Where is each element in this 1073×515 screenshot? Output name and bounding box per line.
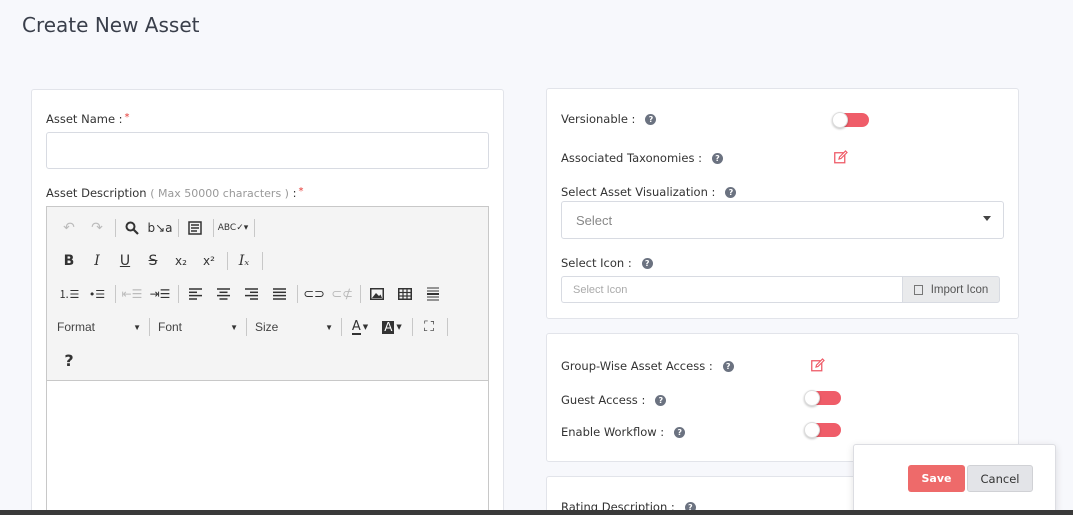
visualization-select[interactable]: Select [561,201,1004,239]
text-color-icon[interactable]: A ▼ [346,316,374,338]
edit-group-access-icon[interactable] [811,358,825,372]
action-panel: Save Cancel [853,444,1056,515]
redo-icon[interactable]: ↷ [85,217,109,239]
asset-description-hint: ( Max 50000 characters ) [150,187,289,200]
asset-description-label: Asset Description ( Max 50000 characters… [46,186,304,200]
select-visualization-label: Select Asset Visualization :? [561,185,737,199]
asset-name-label: Asset Name : * [46,112,130,126]
find-icon[interactable] [120,217,144,239]
bold-icon[interactable]: B [57,250,81,272]
subscript-icon[interactable]: x₂ [169,250,193,272]
indent-icon[interactable]: ⇥☰ [148,283,172,305]
horizontal-line-icon[interactable] [421,283,445,305]
question-icon[interactable]: ? [725,187,737,198]
question-icon[interactable]: ? [711,153,723,164]
bulleted-list-icon[interactable]: •☰ [85,283,109,305]
chevron-down-icon: ▼ [325,322,333,332]
question-icon[interactable]: ? [722,361,734,372]
align-justify-icon[interactable] [267,283,291,305]
enable-workflow-toggle[interactable] [804,422,841,438]
image-file-icon [913,284,923,295]
select-icon-input[interactable]: Select Icon [561,276,903,303]
required-mark: * [124,112,130,123]
maximize-icon[interactable]: ⛶ [417,316,441,338]
chevron-down-icon: ▼ [230,322,238,332]
question-icon[interactable]: ? [655,395,667,406]
help-button[interactable]: ? [57,349,81,371]
caret-down-icon [983,216,991,221]
underline-icon[interactable]: U [113,250,137,272]
spellcheck-icon[interactable]: ABC✓▾ [218,217,249,239]
link-icon[interactable]: ⊂⊃ [302,283,326,305]
font-dropdown[interactable]: Font ▼ [158,316,240,338]
table-icon[interactable] [393,283,417,305]
question-icon[interactable]: ? [645,114,657,125]
format-dropdown[interactable]: Format ▼ [57,316,143,338]
enable-workflow-label: Enable Workflow :? [561,425,686,439]
question-icon[interactable]: ? [674,427,686,438]
question-icon[interactable]: ? [641,258,653,269]
asset-name-input[interactable] [46,132,489,169]
select-icon-label: Select Icon :? [561,256,653,270]
page-title: Create New Asset [22,13,200,37]
image-icon[interactable] [365,283,389,305]
superscript-icon[interactable]: x² [197,250,221,272]
cancel-button[interactable]: Cancel [967,465,1033,492]
undo-icon[interactable]: ↶ [57,217,81,239]
guest-access-toggle[interactable] [804,390,841,406]
group-wise-access-label: Group-Wise Asset Access :? [561,359,734,373]
remove-format-icon[interactable]: Iₓ [232,250,256,272]
background-color-icon[interactable]: A ▼ [378,316,406,338]
import-icon-button[interactable]: Import Icon [902,276,1000,303]
guest-access-label: Guest Access :? [561,393,667,407]
strikethrough-icon[interactable]: S [141,250,165,272]
versionable-toggle[interactable] [832,112,869,128]
edit-taxonomies-icon[interactable] [834,150,848,164]
editor-toolbar: ↶ ↷ b↘a ABC✓▾ B I U S x₂ x² Iₓ ⒈☰ •☰ ⇤☰ … [47,207,488,381]
select-all-icon[interactable] [183,217,207,239]
numbered-list-icon[interactable]: ⒈☰ [57,283,81,305]
save-button[interactable]: Save [908,465,965,492]
chevron-down-icon: ▼ [133,322,141,332]
align-center-icon[interactable] [211,283,235,305]
unlink-icon[interactable]: ⊂⊄ [330,283,354,305]
versionable-label: Versionable :? [561,112,657,126]
replace-icon[interactable]: b↘a [147,217,172,239]
bottom-bar [0,510,1073,515]
align-right-icon[interactable] [239,283,263,305]
align-left-icon[interactable] [183,283,207,305]
rich-text-editor: ↶ ↷ b↘a ABC✓▾ B I U S x₂ x² Iₓ ⒈☰ •☰ ⇤☰ … [46,206,489,515]
outdent-icon[interactable]: ⇤☰ [120,283,144,305]
size-dropdown[interactable]: Size ▼ [255,316,335,338]
editor-content-area[interactable] [47,382,488,515]
associated-taxonomies-label: Associated Taxonomies :? [561,151,723,165]
italic-icon[interactable]: I [85,250,109,272]
